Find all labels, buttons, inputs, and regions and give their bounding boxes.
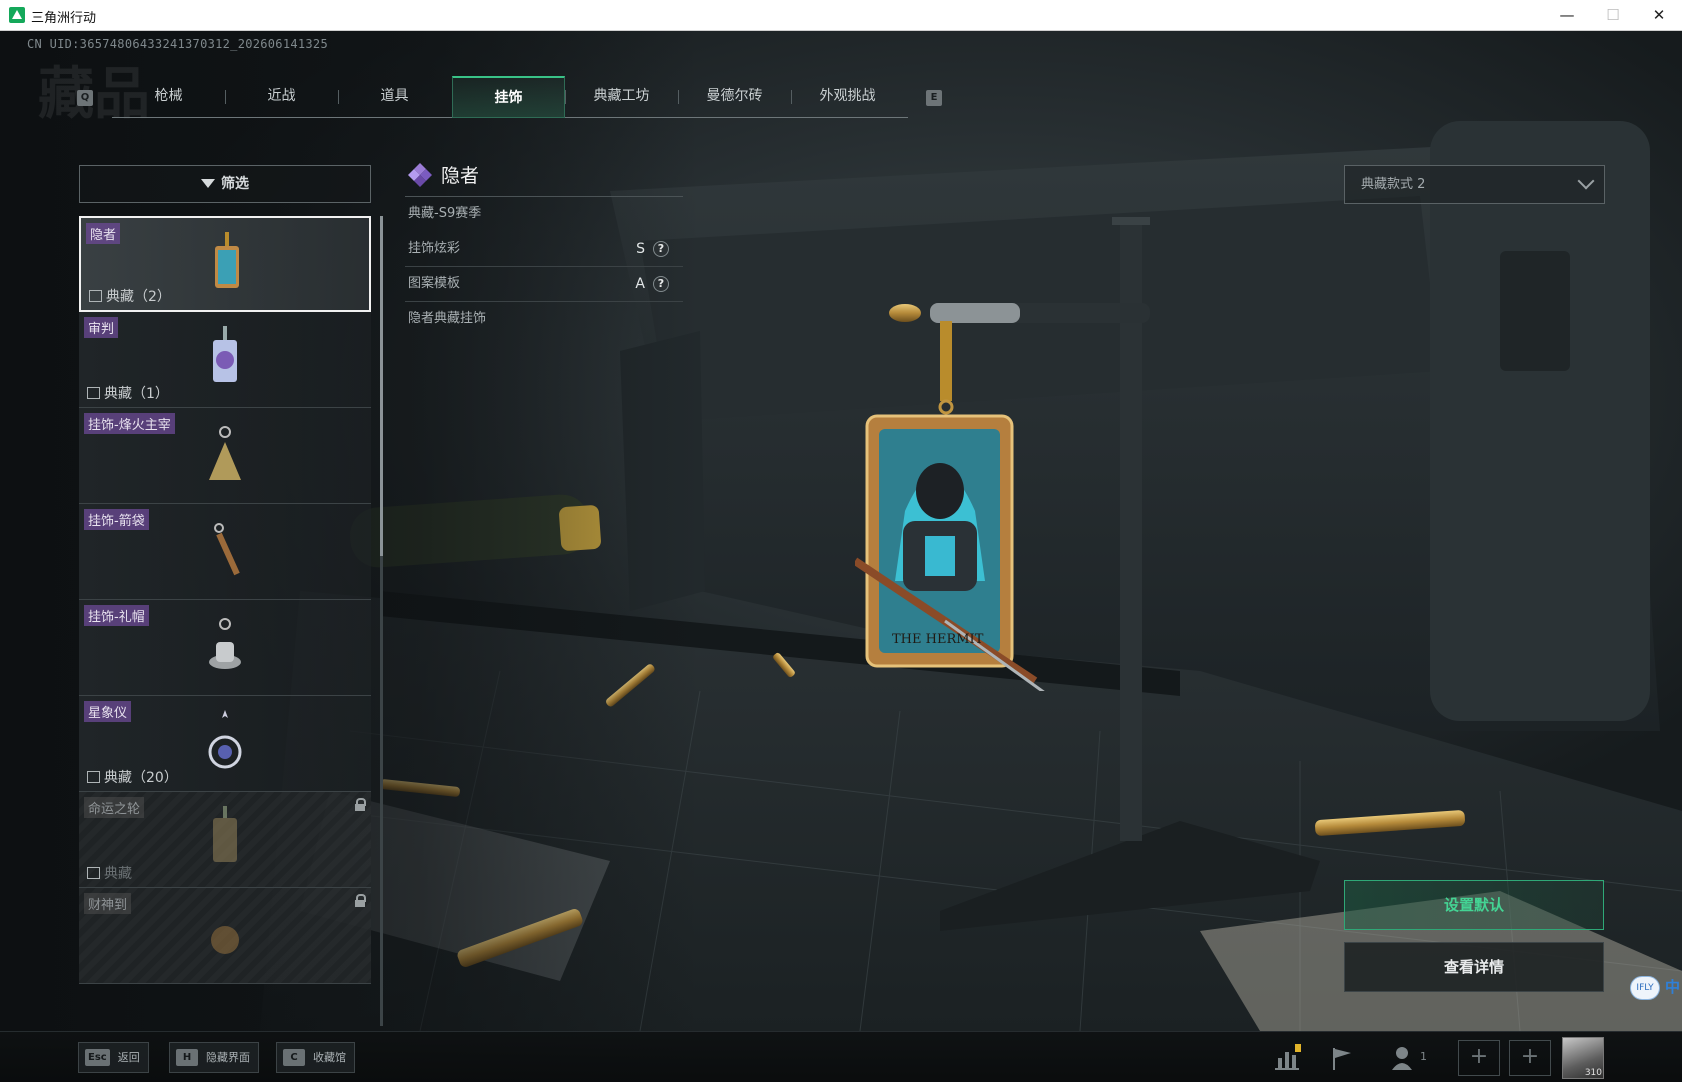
item-collection-count: 典藏（2） bbox=[89, 286, 171, 306]
item-collection-count: 典藏（20） bbox=[87, 767, 178, 787]
esc-key: Esc bbox=[85, 1049, 110, 1066]
tab-charms[interactable]: 挂饰 bbox=[452, 76, 565, 118]
style-dropdown[interactable]: 典藏款式 2 bbox=[1344, 165, 1605, 204]
tab-collection-workshop[interactable]: 典藏工坊 bbox=[565, 76, 678, 118]
list-item-judgement[interactable]: 审判 典藏（1） bbox=[79, 312, 371, 408]
row-label: 图案模板 bbox=[408, 276, 461, 291]
item-name: 审判 bbox=[84, 317, 119, 338]
collection-icon bbox=[87, 867, 100, 879]
detail-row-charm-color: 挂饰炫彩 S ? bbox=[405, 232, 683, 267]
list-scrollbar[interactable] bbox=[380, 216, 383, 1026]
tab-appearance-challenge[interactable]: 外观挑战 bbox=[791, 76, 904, 118]
lock-icon bbox=[355, 798, 366, 811]
close-button[interactable]: ✕ bbox=[1636, 0, 1682, 31]
row-label: 挂饰炫彩 bbox=[408, 241, 461, 256]
ime-language-indicator[interactable]: 中 bbox=[1665, 976, 1680, 997]
detail-row-pattern-template: 图案模板 A ? bbox=[405, 267, 683, 302]
help-icon[interactable]: ? bbox=[653, 276, 669, 292]
category-tabs: 枪械 近战 道具 挂饰 典藏工坊 曼德尔砖 外观挑战 bbox=[112, 76, 908, 118]
h-key: H bbox=[176, 1049, 198, 1066]
rarity-gem-icon bbox=[408, 163, 432, 187]
tab-prev-key[interactable]: Q bbox=[77, 90, 93, 106]
chevron-down-icon bbox=[1577, 172, 1595, 190]
judgement-charm-icon bbox=[213, 326, 237, 382]
item-name: 星象仪 bbox=[84, 701, 132, 722]
detail-title: 隐者 bbox=[441, 165, 480, 187]
stats-icon[interactable] bbox=[1273, 1044, 1303, 1072]
orrery-charm-icon bbox=[208, 710, 242, 769]
detail-description: 隐者典藏挂饰 bbox=[408, 311, 487, 326]
hide-ui-hint[interactable]: H 隐藏界面 bbox=[169, 1042, 259, 1073]
game-scene: THE HERMIT CN UID:3657480643324137031‍2_… bbox=[0, 31, 1682, 1082]
item-name: 隐者 bbox=[86, 223, 121, 244]
bottom-bar: Esc 返回 H 隐藏界面 C 收藏馆 1 + + 310 bbox=[0, 1031, 1682, 1082]
tab-melee[interactable]: 近战 bbox=[225, 76, 338, 118]
tab-guns[interactable]: 枪械 bbox=[112, 76, 225, 118]
scrollbar-thumb[interactable] bbox=[380, 216, 383, 556]
item-detail-panel: 隐者 典藏-S9赛季 挂饰炫彩 S ? 图案模板 A ? 隐者典藏挂饰 bbox=[405, 153, 683, 337]
top-hat-charm-icon bbox=[209, 618, 241, 669]
collection-icon bbox=[87, 387, 100, 399]
invite-slot-button[interactable]: + bbox=[1458, 1040, 1500, 1076]
tab-mandel-brick[interactable]: 曼德尔砖 bbox=[678, 76, 791, 118]
item-name: 命运之轮 bbox=[84, 797, 145, 818]
list-item-orrery[interactable]: 星象仪 典藏（20） bbox=[79, 696, 371, 792]
squad-count: 1 bbox=[1420, 1050, 1427, 1063]
list-item-quiver[interactable]: 挂饰-箭袋 bbox=[79, 504, 371, 600]
row-grade: S bbox=[636, 241, 645, 257]
wheel-of-fortune-charm-icon bbox=[213, 806, 237, 862]
maximize-button[interactable]: ☐ bbox=[1590, 0, 1636, 31]
detail-header: 隐者 bbox=[405, 153, 683, 197]
charm-list: 隐者 典藏（2） 审判 典藏（1） 挂饰-烽火主宰 挂饰-箭袋 挂饰-礼帽 星象… bbox=[79, 216, 372, 1028]
squad-icon[interactable] bbox=[1390, 1044, 1420, 1072]
tab-items[interactable]: 道具 bbox=[338, 76, 451, 118]
ime-badge-icon[interactable]: IFLY bbox=[1630, 976, 1660, 1000]
avatar-level: 310 bbox=[1584, 1068, 1602, 1078]
style-dropdown-value: 典藏款式 2 bbox=[1361, 177, 1426, 192]
item-collection-count: 典藏 bbox=[87, 863, 132, 883]
minimize-button[interactable]: — bbox=[1544, 0, 1590, 31]
lock-icon bbox=[355, 894, 366, 907]
item-name: 挂饰-烽火主宰 bbox=[84, 413, 175, 434]
avatar[interactable]: 310 bbox=[1562, 1037, 1604, 1079]
collection-icon bbox=[89, 290, 102, 302]
app-icon bbox=[9, 7, 25, 23]
flag-icon[interactable] bbox=[1327, 1044, 1357, 1072]
set-default-button[interactable]: 设置默认 bbox=[1344, 880, 1604, 930]
help-icon[interactable]: ? bbox=[653, 241, 669, 257]
filter-button[interactable]: 筛选 bbox=[79, 165, 371, 203]
detail-season: 典藏-S9赛季 bbox=[408, 206, 482, 221]
list-item-top-hat[interactable]: 挂饰-礼帽 bbox=[79, 600, 371, 696]
hermit-charm-icon bbox=[215, 232, 239, 288]
list-item-god-of-wealth[interactable]: 财神到 bbox=[79, 888, 371, 984]
invite-slot-button-2[interactable]: + bbox=[1509, 1040, 1551, 1076]
item-name: 财神到 bbox=[84, 893, 132, 914]
c-key: C bbox=[283, 1049, 305, 1066]
god-of-wealth-charm-icon bbox=[211, 926, 239, 954]
window-titlebar: 三角洲行动 — ☐ ✕ bbox=[0, 0, 1682, 31]
window-title: 三角洲行动 bbox=[31, 11, 97, 26]
collection-icon bbox=[87, 771, 100, 783]
item-collection-count: 典藏（1） bbox=[87, 383, 169, 403]
list-item-hermit[interactable]: 隐者 典藏（2） bbox=[79, 216, 371, 312]
item-name: 挂饰-礼帽 bbox=[84, 605, 149, 626]
row-grade: A bbox=[635, 276, 645, 292]
charm-card-caption: THE HERMIT bbox=[892, 632, 984, 647]
back-hint[interactable]: Esc 返回 bbox=[78, 1042, 149, 1073]
pyramid-charm-icon bbox=[209, 426, 241, 480]
filter-label: 筛选 bbox=[221, 176, 249, 192]
filter-icon bbox=[201, 178, 215, 188]
list-item-beacon-master[interactable]: 挂饰-烽火主宰 bbox=[79, 408, 371, 504]
collection-hall-hint[interactable]: C 收藏馆 bbox=[276, 1042, 355, 1073]
quiver-charm-icon bbox=[214, 523, 240, 576]
view-details-button[interactable]: 查看详情 bbox=[1344, 942, 1604, 992]
item-name: 挂饰-箭袋 bbox=[84, 509, 149, 530]
tab-next-key[interactable]: E bbox=[926, 90, 942, 106]
list-item-wheel-of-fortune[interactable]: 命运之轮 典藏 bbox=[79, 792, 371, 888]
